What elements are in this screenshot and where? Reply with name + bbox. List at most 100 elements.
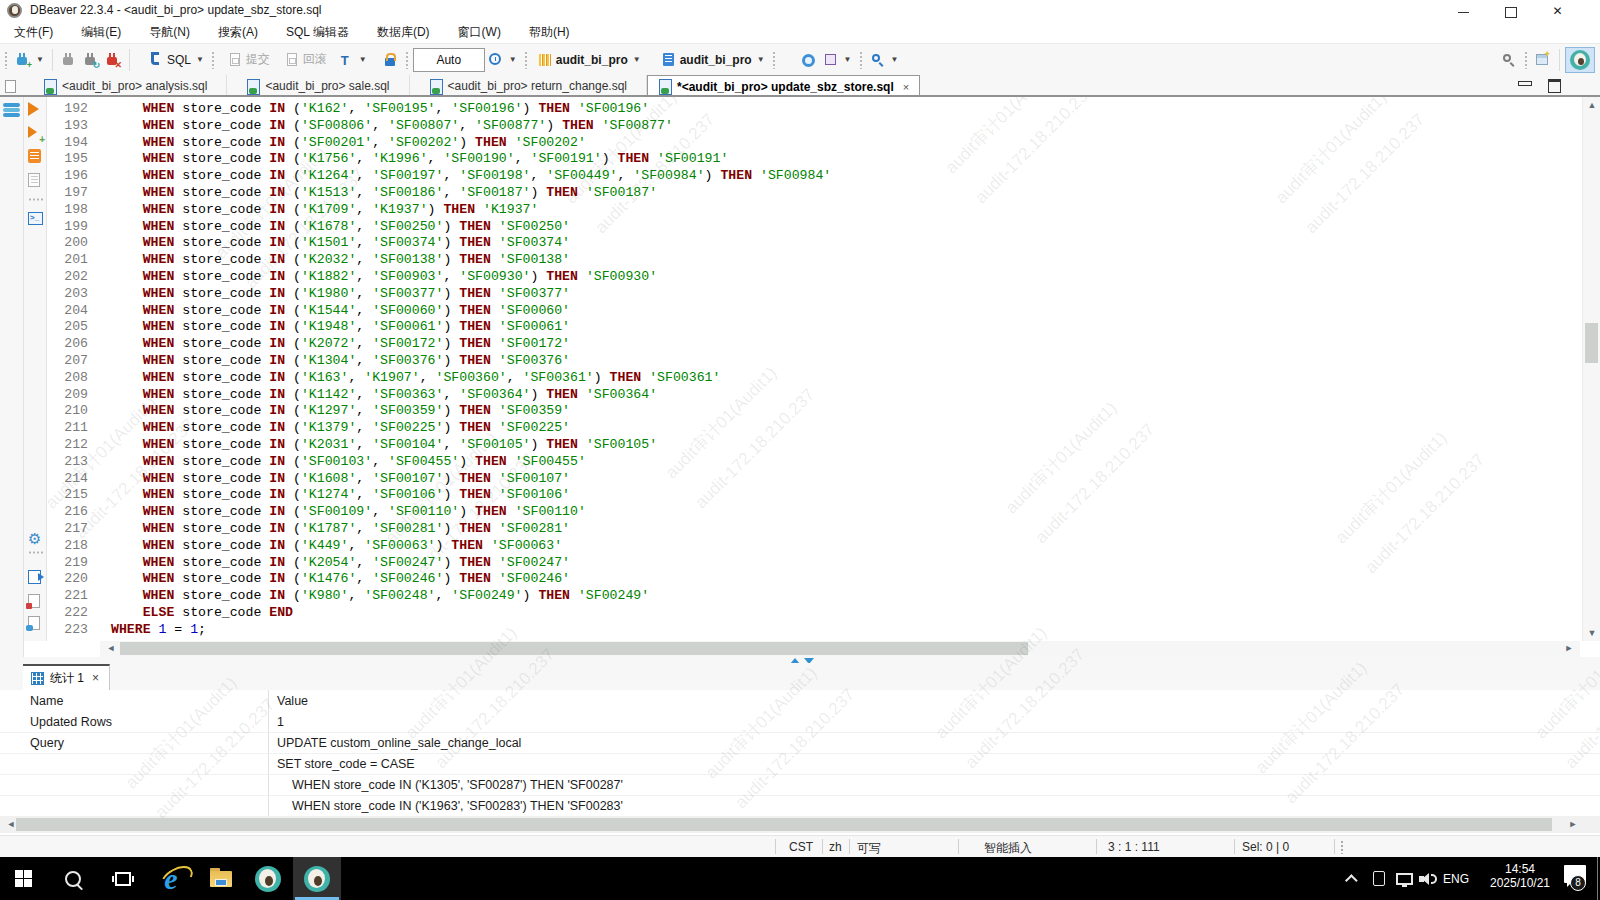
editor-tab-2[interactable]: <audit_bi_pro> return_change.sql [410, 75, 647, 97]
code-line-196[interactable]: 196 WHEN store_code IN ('K1264', 'SF0019… [47, 168, 831, 185]
reconnect-button[interactable]: ↻ [80, 48, 102, 72]
start-button[interactable] [0, 857, 46, 900]
connection-caret[interactable]: ▼ [633, 55, 641, 64]
execute-script-icon[interactable] [28, 149, 43, 164]
explain-plan-icon[interactable] [28, 173, 43, 188]
network-button[interactable]: ▼ [820, 48, 855, 72]
name-column-header[interactable]: Name [30, 694, 63, 708]
tray-expand-button[interactable]: ⌃ [1336, 857, 1370, 900]
network-caret[interactable]: ▼ [844, 55, 852, 64]
code-line-213[interactable]: 213 WHEN store_code IN ('SF00103', 'SF00… [47, 454, 831, 471]
code-line-219[interactable]: 219 WHEN store_code IN ('K2054', 'SF0024… [47, 555, 831, 572]
schema-selector[interactable]: audit_bi_pro ▼ [658, 48, 768, 72]
taskbar-clock[interactable]: 14:54 2025/10/21 [1478, 857, 1562, 900]
bottom-scroll-right-arrow[interactable]: ► [1564, 819, 1582, 829]
database-navigator-icon[interactable] [3, 103, 20, 119]
code-line-218[interactable]: 218 WHEN store_code IN ('K449', 'SF00063… [47, 538, 831, 555]
open-perspective-button[interactable] [1532, 48, 1554, 72]
horizontal-scroll-thumb[interactable] [120, 642, 1028, 655]
disconnect-button[interactable] [58, 48, 80, 72]
editor-tab-1[interactable]: <audit_bi_pro> sale.sql [227, 75, 409, 97]
scroll-down-arrow[interactable]: ▼ [1583, 628, 1600, 638]
stat-row-1[interactable]: QueryUPDATE custom_online_sale_change_lo… [0, 733, 1600, 754]
disconnect-all-button[interactable]: ✕ [102, 48, 124, 72]
dbeaver-perspective-button[interactable] [1565, 47, 1595, 73]
code-line-201[interactable]: 201 WHEN store_code IN ('K2032', 'SF0013… [47, 252, 831, 269]
bottom-scroll-thumb[interactable] [16, 818, 1552, 831]
statistics-tab-close-icon[interactable]: × [92, 671, 99, 685]
settings-gear-icon[interactable]: ⚙ [28, 530, 43, 545]
open-console-icon[interactable] [28, 212, 43, 227]
scroll-right-arrow[interactable]: ► [1560, 643, 1578, 653]
save-db-icon[interactable] [28, 616, 43, 631]
search-caret[interactable]: ▼ [891, 55, 899, 64]
notification-badge[interactable]: 8 [1570, 875, 1586, 891]
menu-item-1[interactable]: 编辑(E) [67, 24, 135, 41]
statistics-table[interactable]: Name Value Updated Rows1QueryUPDATE cust… [0, 690, 1600, 817]
code-line-202[interactable]: 202 WHEN store_code IN ('K1882', 'SF0090… [47, 269, 831, 286]
rollback-button[interactable]: 回滚 [281, 48, 330, 72]
execute-new-tab-icon[interactable]: + [28, 126, 43, 141]
menu-item-3[interactable]: 搜索(A) [204, 24, 272, 41]
dbeaver-taskbar-button-2[interactable] [293, 857, 341, 900]
save-report-icon[interactable] [28, 594, 43, 609]
code-line-210[interactable]: 210 WHEN store_code IN ('K1297', 'SF0035… [47, 403, 831, 420]
code-line-193[interactable]: 193 WHEN store_code IN ('SF00806', 'SF00… [47, 118, 831, 135]
code-line-212[interactable]: 212 WHEN store_code IN ('K2031', 'SF0010… [47, 437, 831, 454]
code-line-198[interactable]: 198 WHEN store_code IN ('K1709', 'K1937'… [47, 202, 831, 219]
minimize-button[interactable] [1457, 5, 1470, 18]
show-desktop-divider[interactable] [1597, 857, 1598, 900]
code-line-221[interactable]: 221 WHEN store_code IN ('K980', 'SF00248… [47, 588, 831, 605]
menu-item-4[interactable]: SQL 编辑器 [272, 24, 363, 41]
editor-list-icon[interactable] [5, 80, 16, 93]
menu-item-5[interactable]: 数据库(D) [363, 24, 444, 41]
code-line-214[interactable]: 214 WHEN store_code IN ('K1608', 'SF0010… [47, 471, 831, 488]
code-line-223[interactable]: 223WHERE 1 = 1; [47, 622, 831, 639]
code-line-222[interactable]: 222 ELSE store_code END [47, 605, 831, 622]
editor-tab-3[interactable]: *<audit_bi_pro> update_sbz_store.sql× [647, 75, 920, 97]
code-line-200[interactable]: 200 WHEN store_code IN ('K1501', 'SF0037… [47, 235, 831, 252]
refresh-caret[interactable]: ▼ [509, 55, 517, 64]
commit-mode-combo[interactable]: Auto [413, 48, 485, 72]
lock-button[interactable] [379, 48, 401, 72]
task-view-button[interactable] [100, 857, 146, 900]
export-result-icon[interactable] [28, 570, 43, 585]
search-button[interactable]: ▼ [867, 48, 902, 72]
connection-selector[interactable]: audit_bi_pro ▼ [534, 48, 644, 72]
menu-item-0[interactable]: 文件(F) [0, 24, 67, 41]
minimize-editor-icon[interactable] [1518, 79, 1530, 90]
code-line-209[interactable]: 209 WHEN store_code IN ('K1142', 'SF0036… [47, 387, 831, 404]
ie-button[interactable]: e [148, 857, 194, 900]
code-line-197[interactable]: 197 WHEN store_code IN ('K1513', 'SF0018… [47, 185, 831, 202]
code-line-207[interactable]: 207 WHEN store_code IN ('K1304', 'SF0037… [47, 353, 831, 370]
code-line-206[interactable]: 206 WHEN store_code IN ('K2072', 'SF0017… [47, 336, 831, 353]
editor-vertical-scrollbar[interactable]: ▲ ▼ [1582, 97, 1600, 641]
code-line-194[interactable]: 194 WHEN store_code IN ('SF00201', 'SF00… [47, 135, 831, 152]
stat-row-2[interactable]: SET store_code = CASE [0, 754, 1600, 775]
transaction-caret[interactable]: ▼ [359, 55, 367, 64]
bottom-horizontal-scrollbar[interactable]: ◄ ► [0, 817, 1600, 833]
statistics-tab[interactable]: 统计 1 × [23, 664, 110, 690]
maximize-editor-icon[interactable] [1548, 79, 1560, 90]
editor-horizontal-scrollbar[interactable]: ◄ ► [100, 641, 1580, 657]
quick-access-search[interactable] [1498, 48, 1520, 72]
dashboard-button[interactable] [798, 48, 820, 72]
menu-item-6[interactable]: 窗口(W) [444, 24, 515, 41]
code-line-211[interactable]: 211 WHEN store_code IN ('K1379', 'SF0022… [47, 420, 831, 437]
transaction-log-button[interactable]: T ▼ [335, 48, 370, 72]
commit-button[interactable]: 提交 [224, 48, 273, 72]
code-line-195[interactable]: 195 WHEN store_code IN ('K1756', 'K1996'… [47, 151, 831, 168]
usb-tray-button[interactable] [1366, 857, 1392, 900]
refresh-button[interactable]: ▼ [485, 48, 520, 72]
file-explorer-button[interactable] [198, 857, 244, 900]
code-line-192[interactable]: 192 WHEN store_code IN ('K162', 'SF00195… [47, 101, 831, 118]
sql-editor-button[interactable]: SQL ▼ [145, 48, 207, 72]
value-column-header[interactable]: Value [277, 694, 308, 708]
stat-row-0[interactable]: Updated Rows1 [0, 712, 1600, 733]
code-line-199[interactable]: 199 WHEN store_code IN ('K1678', 'SF0025… [47, 219, 831, 236]
vertical-scroll-thumb[interactable] [1585, 323, 1598, 363]
code-line-216[interactable]: 216 WHEN store_code IN ('SF00109', 'SF00… [47, 504, 831, 521]
code-line-220[interactable]: 220 WHEN store_code IN ('K1476', 'SF0024… [47, 571, 831, 588]
menu-item-2[interactable]: 导航(N) [135, 24, 204, 41]
scroll-up-arrow[interactable]: ▲ [1583, 100, 1600, 110]
